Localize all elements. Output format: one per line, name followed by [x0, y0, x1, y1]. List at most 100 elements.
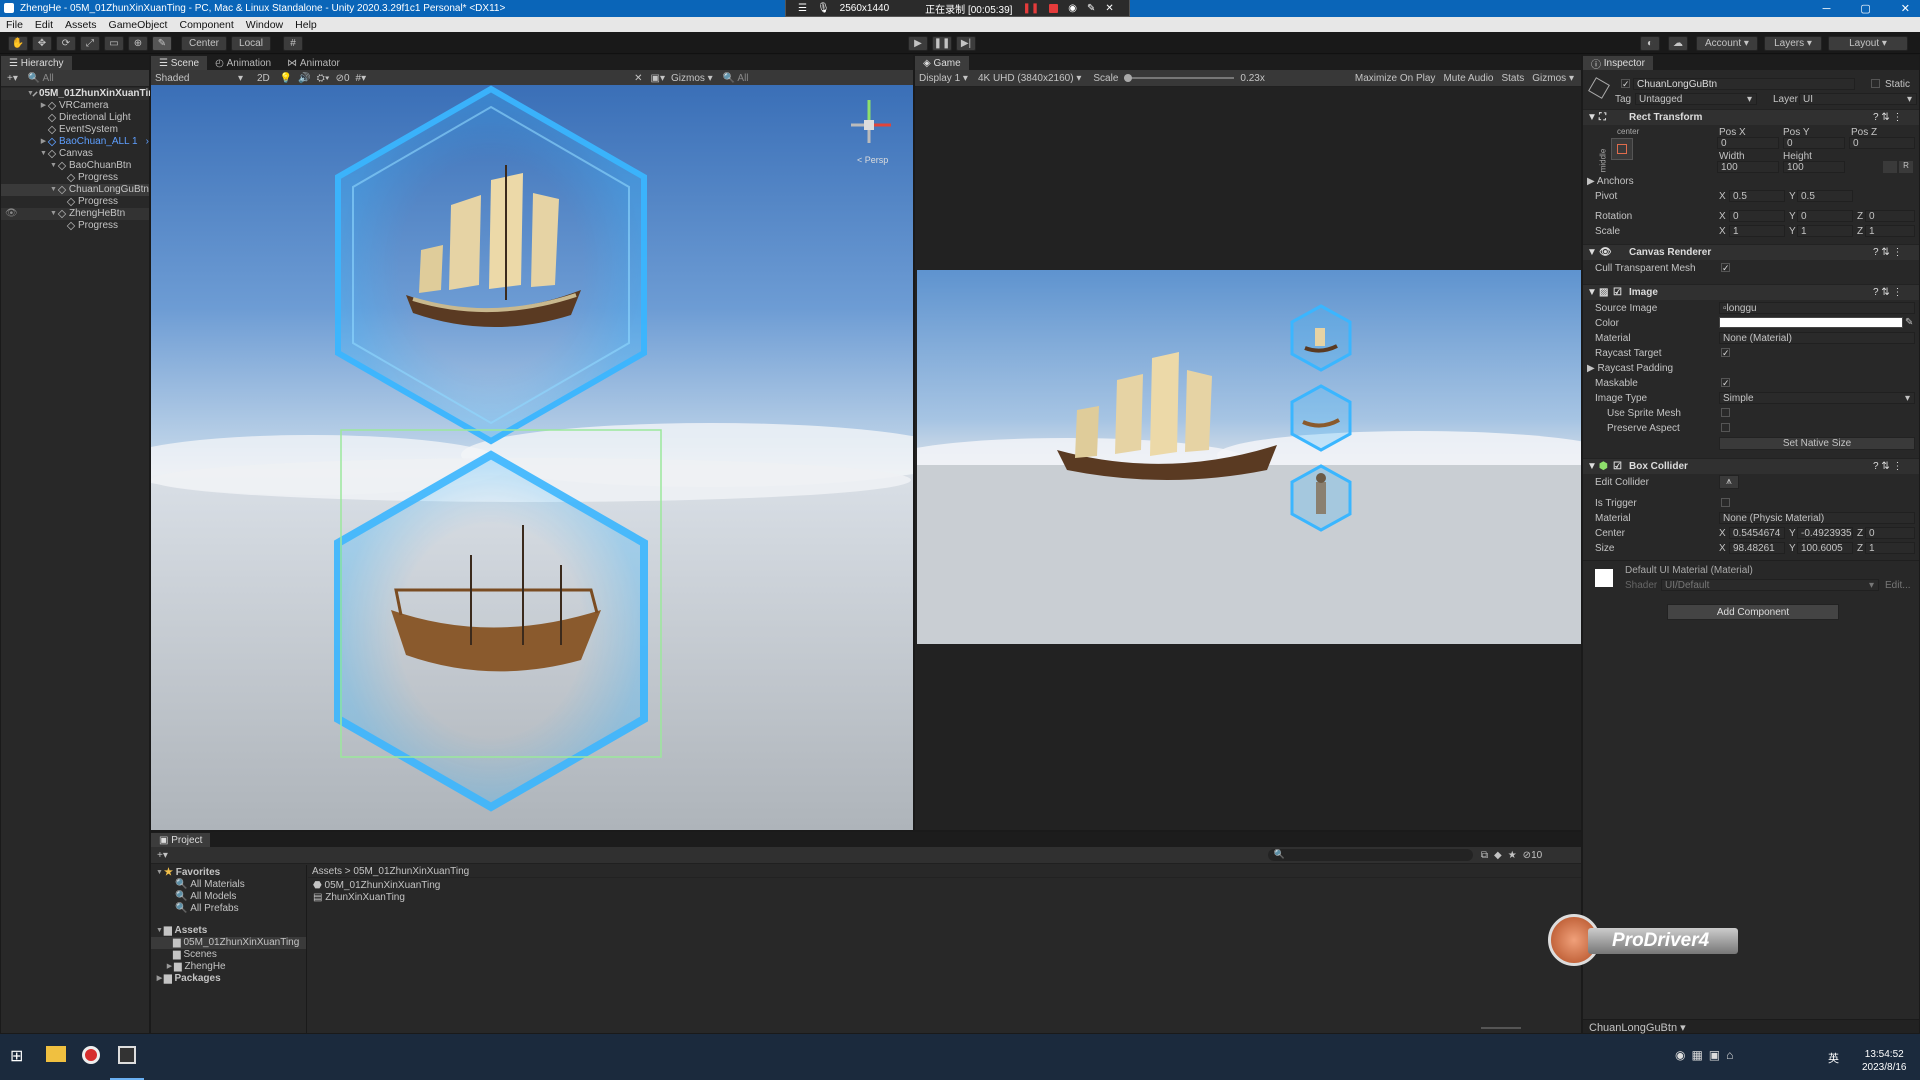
rotation-y-field[interactable]: 0: [1797, 210, 1853, 222]
center-x-field[interactable]: 0.5454674: [1729, 527, 1785, 539]
game-gizmos-dropdown[interactable]: Gizmos ▾: [1532, 73, 1574, 84]
rect-transform-header[interactable]: ▼ ⛶ Rect Transform ? ⇅ ⋮: [1583, 109, 1919, 125]
image-header[interactable]: ▼ ▨ ☑ Image ? ⇅ ⋮: [1583, 284, 1919, 300]
scale-y-field[interactable]: 1: [1797, 225, 1853, 237]
game-hex-button-treasure[interactable]: [1290, 304, 1352, 372]
rotation-x-field[interactable]: 0: [1729, 210, 1785, 222]
layers-dropdown[interactable]: Layers ▾: [1764, 36, 1822, 51]
hierarchy-item[interactable]: 👁 ▼ ZhengHeBtn: [1, 208, 149, 220]
image-type-dropdown[interactable]: Simple ▾: [1719, 392, 1915, 404]
pen-icon[interactable]: ✎: [1087, 3, 1095, 14]
close-icon[interactable]: ✕: [1901, 2, 1910, 15]
use-sprite-mesh-checkbox[interactable]: [1721, 408, 1730, 417]
set-native-size-button[interactable]: Set Native Size: [1719, 437, 1915, 450]
static-checkbox[interactable]: [1871, 79, 1880, 88]
step-button[interactable]: ▶|: [956, 36, 976, 51]
hierarchy-item-selected[interactable]: ▼ ChuanLongGuBtn: [1, 184, 149, 196]
favorite-item[interactable]: 🔍 All Prefabs: [151, 903, 306, 915]
create-asset-icon[interactable]: +▾: [157, 850, 168, 861]
clock[interactable]: 13:54:52 2023/8/16: [1862, 1048, 1907, 1074]
hierarchy-item[interactable]: ▼ BaoChuanBtn: [1, 160, 149, 172]
pivot-local-button[interactable]: Local: [231, 36, 271, 51]
favorite-item[interactable]: 🔍 All Models: [151, 891, 306, 903]
camera-icon[interactable]: ▣▾: [651, 73, 665, 84]
move-tool-icon[interactable]: ✥: [32, 36, 52, 51]
tools-icon[interactable]: ✕: [634, 73, 642, 84]
axis-gizmo[interactable]: [851, 100, 891, 143]
2d-toggle[interactable]: 2D: [257, 73, 270, 84]
cull-checkbox[interactable]: ✓: [1721, 263, 1730, 273]
is-trigger-checkbox[interactable]: [1721, 498, 1730, 507]
ime-indicator[interactable]: 英: [1828, 1050, 1839, 1066]
material-field[interactable]: None (Material): [1719, 332, 1915, 344]
hierarchy-item-prefab[interactable]: ▶ BaoChuan_ALL 1 ›: [1, 136, 149, 148]
tab-project[interactable]: ▣ Project: [151, 833, 211, 847]
assets-folder[interactable]: ▼ ▆ Assets: [151, 925, 306, 937]
raycast-padding-foldout[interactable]: ▶ Raycast Padding: [1587, 363, 1673, 374]
tab-scene[interactable]: ☰ Scene: [151, 56, 208, 70]
add-component-button[interactable]: Add Component: [1667, 604, 1839, 620]
tag-dropdown[interactable]: Untagged ▾: [1635, 93, 1757, 105]
hidden-packages-icon[interactable]: ⊘10: [1523, 850, 1543, 861]
hierarchy-scene-root[interactable]: ▼ 05M_01ZhunXinXuanTing: [1, 88, 160, 100]
menu-help[interactable]: Help: [289, 19, 323, 31]
windows-start-icon[interactable]: ⊞: [10, 1046, 23, 1066]
account-dropdown[interactable]: Account ▾: [1696, 36, 1758, 51]
pause-record-icon[interactable]: ❚❚: [1022, 3, 1039, 14]
pos-x-field[interactable]: 0: [1717, 137, 1779, 149]
scene-file[interactable]: ⬣ 05M_01ZhunXinXuanTing: [313, 880, 440, 892]
center-z-field[interactable]: 0: [1865, 527, 1915, 539]
stats-toggle[interactable]: Stats: [1501, 73, 1524, 84]
audio-icon[interactable]: 🔊: [298, 73, 310, 84]
favorites-folder[interactable]: ▼ ★ Favorites: [151, 867, 306, 879]
scene-viewport[interactable]: < Persp: [151, 85, 913, 830]
hierarchy-item[interactable]: Progress: [1, 172, 149, 184]
menu-file[interactable]: File: [0, 19, 29, 31]
script-file[interactable]: ▤ ZhunXinXuanTing: [313, 892, 440, 904]
shading-dropdown[interactable]: Shaded ▾: [155, 73, 243, 84]
play-button[interactable]: ▶: [908, 36, 928, 51]
unity-app-icon[interactable]: [118, 1046, 136, 1064]
layer-dropdown[interactable]: UI ▾: [1799, 93, 1917, 105]
rotation-z-field[interactable]: 0: [1865, 210, 1915, 222]
packages-folder[interactable]: ▶ ▆ Packages: [151, 973, 306, 985]
pos-y-field[interactable]: 0: [1783, 137, 1845, 149]
maximize-on-play-toggle[interactable]: Maximize On Play: [1355, 73, 1436, 84]
shader-dropdown[interactable]: UI/Default ▾: [1661, 579, 1879, 591]
pivot-center-button[interactable]: Center: [181, 36, 227, 51]
scale-x-field[interactable]: 1: [1729, 225, 1785, 237]
scale-z-field[interactable]: 1: [1865, 225, 1915, 237]
hierarchy-item[interactable]: EventSystem: [1, 124, 149, 136]
height-field[interactable]: 100: [1783, 161, 1845, 173]
effects-icon[interactable]: ⛭▾: [317, 73, 330, 84]
width-field[interactable]: 100: [1717, 161, 1779, 173]
pause-button[interactable]: ❚❚: [932, 36, 952, 51]
game-hex-button-zhenghe[interactable]: [1290, 464, 1352, 532]
active-checkbox[interactable]: ✓: [1621, 79, 1630, 89]
shader-edit-button[interactable]: Edit...: [1885, 580, 1911, 591]
menu-icon[interactable]: ☰: [798, 3, 807, 14]
size-x-field[interactable]: 98.48261: [1729, 542, 1785, 554]
preserve-aspect-checkbox[interactable]: [1721, 423, 1730, 432]
breadcrumb-assets[interactable]: Assets: [312, 866, 342, 877]
favorite-item[interactable]: 🔍 All Materials: [151, 879, 306, 891]
icon-size-slider[interactable]: [1481, 1027, 1521, 1029]
menu-window[interactable]: Window: [240, 19, 289, 31]
hierarchy-item[interactable]: Directional Light: [1, 112, 149, 124]
recorder-app-icon[interactable]: [82, 1046, 100, 1064]
resolution-dropdown[interactable]: 4K UHD (3840x2160) ▾: [978, 73, 1081, 84]
game-hex-button-hull[interactable]: [1290, 384, 1352, 452]
source-image-field[interactable]: ▫longgu: [1719, 302, 1915, 314]
object-name-field[interactable]: ChuanLongGuBtn: [1633, 78, 1855, 90]
tab-inspector[interactable]: ⓘ Inspector: [1583, 56, 1653, 71]
pivot-y-field[interactable]: 0.5: [1797, 190, 1853, 202]
size-z-field[interactable]: 1: [1865, 542, 1915, 554]
menu-assets[interactable]: Assets: [59, 19, 103, 31]
color-swatch[interactable]: [1719, 317, 1903, 328]
menu-gameobject[interactable]: GameObject: [103, 19, 174, 31]
box-collider-header[interactable]: ▼ ⬢ ☑ Box Collider ? ⇅ ⋮: [1583, 458, 1919, 474]
perspective-label[interactable]: < Persp: [857, 155, 888, 165]
menu-component[interactable]: Component: [173, 19, 239, 31]
raycast-target-checkbox[interactable]: ✓: [1721, 348, 1730, 358]
stop-record-icon[interactable]: [1049, 3, 1059, 13]
